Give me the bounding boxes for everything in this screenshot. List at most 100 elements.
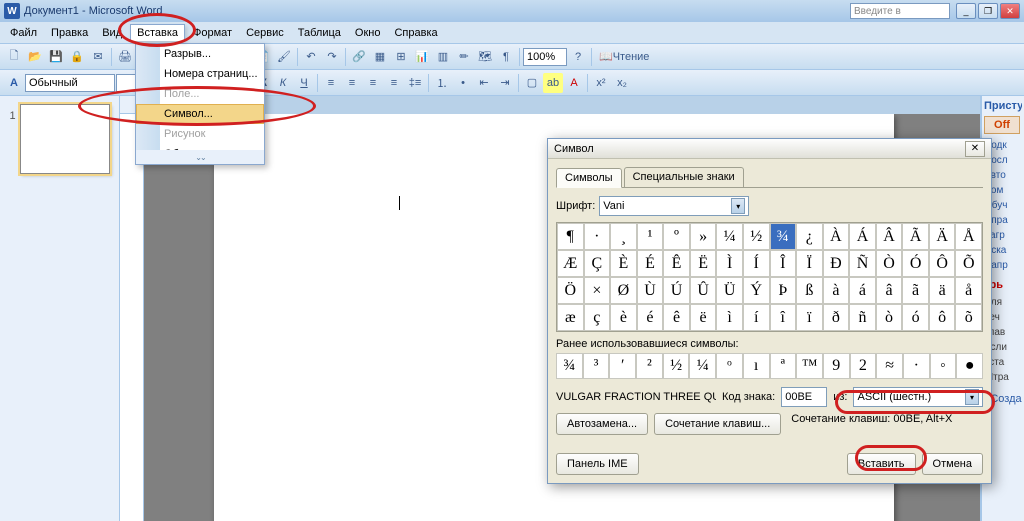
char-cell[interactable]: ë [690,304,717,331]
char-cell[interactable]: é [637,304,664,331]
char-cell[interactable]: Ì [716,250,743,277]
char-cell[interactable]: ã [902,277,929,304]
excel-icon[interactable]: 📊 [412,47,432,67]
minimize-button[interactable]: _ [956,3,976,19]
font-color-icon[interactable]: A [564,73,584,93]
char-cell[interactable]: Ñ [849,250,876,277]
char-cell[interactable]: Ã [902,223,929,250]
menu-tools[interactable]: Сервис [240,25,290,41]
recent-char-cell[interactable]: ◦ [930,353,957,379]
char-cell[interactable]: ¸ [610,223,637,250]
subscript-icon[interactable]: x₂ [612,73,632,93]
recent-char-cell[interactable]: ª [770,353,797,379]
recent-char-cell[interactable]: ● [956,353,983,379]
char-cell[interactable]: É [637,250,664,277]
menu-format[interactable]: Формат [187,25,238,41]
char-cell[interactable]: â [876,277,903,304]
help-icon[interactable]: ? [568,47,588,67]
char-cell[interactable]: Ò [876,250,903,277]
char-cell[interactable]: ñ [849,304,876,331]
italic-icon[interactable]: К [273,73,293,93]
dd-expand[interactable] [136,150,264,164]
help-search-input[interactable] [850,3,950,19]
char-cell[interactable]: º [663,223,690,250]
superscript-icon[interactable]: x² [591,73,611,93]
menu-file[interactable]: Файл [4,25,43,41]
print-icon[interactable]: 🖨 [115,47,135,67]
tab-symbols[interactable]: Символы [556,168,622,188]
char-cell[interactable]: ¾ [770,223,797,250]
numbering-icon[interactable]: ⒈ [432,73,452,93]
menu-help[interactable]: Справка [388,25,443,41]
mail-icon[interactable]: ✉ [88,47,108,67]
recent-char-cell[interactable]: 9 [823,353,850,379]
menu-view[interactable]: Вид [96,25,128,41]
recent-char-cell[interactable]: ™ [796,353,823,379]
align-left-icon[interactable]: ≡ [321,73,341,93]
borders-icon[interactable]: ▢ [522,73,542,93]
close-button[interactable]: ✕ [1000,3,1020,19]
char-cell[interactable]: á [849,277,876,304]
indent-icon[interactable]: ⇥ [495,73,515,93]
char-cell[interactable]: ð [823,304,850,331]
dd-picture[interactable]: Рисунок [136,124,264,144]
cancel-button[interactable]: Отмена [922,453,983,475]
char-cell[interactable]: ß [796,277,823,304]
tab-special-chars[interactable]: Специальные знаки [624,167,744,187]
highlight-icon[interactable]: ab [543,73,563,93]
char-cell[interactable]: ä [929,277,956,304]
open-icon[interactable]: 📂 [25,47,45,67]
columns-icon[interactable]: ▥ [433,47,453,67]
dd-page-numbers[interactable]: Номера страниц... [136,64,264,84]
char-cell[interactable]: ï [796,304,823,331]
vertical-ruler[interactable] [120,114,144,521]
char-cell[interactable]: Í [743,250,770,277]
recent-char-cell[interactable]: ½ [663,353,690,379]
recent-char-cell[interactable]: 2 [850,353,877,379]
char-cell[interactable]: Â [876,223,903,250]
save-icon[interactable]: 💾 [46,47,66,67]
menu-table[interactable]: Таблица [292,25,347,41]
recent-char-cell[interactable]: ı [743,353,770,379]
align-center-icon[interactable]: ≡ [342,73,362,93]
char-cell[interactable]: × [584,277,611,304]
char-cell[interactable]: Ü [716,277,743,304]
recent-char-cell[interactable]: ² [636,353,663,379]
char-cell[interactable]: Ý [743,277,770,304]
char-cell[interactable]: Å [955,223,982,250]
styles-pane-icon[interactable]: A [4,73,24,93]
char-cell[interactable]: ½ [743,223,770,250]
char-cell[interactable]: Î [770,250,797,277]
redo-icon[interactable]: ↷ [322,47,342,67]
recent-char-cell[interactable]: ᵒ [716,353,743,379]
tables-borders-icon[interactable]: ▦ [370,47,390,67]
char-cell[interactable]: » [690,223,717,250]
page-thumbnail[interactable] [20,104,110,174]
char-cell[interactable]: Á [849,223,876,250]
outdent-icon[interactable]: ⇤ [474,73,494,93]
char-cell[interactable]: Õ [955,250,982,277]
menu-insert[interactable]: Вставка [130,24,185,41]
align-right-icon[interactable]: ≡ [363,73,383,93]
dd-symbol[interactable]: Символ... [136,104,264,124]
char-cell[interactable]: Æ [557,250,584,277]
font-combo-dialog[interactable]: Vani▾ [599,196,749,216]
restore-button[interactable]: ❐ [978,3,998,19]
insert-button[interactable]: Вставить [847,453,916,475]
char-cell[interactable]: ò [876,304,903,331]
code-input[interactable] [781,387,827,407]
char-cell[interactable]: æ [557,304,584,331]
char-cell[interactable]: ó [902,304,929,331]
char-cell[interactable]: ¶ [557,223,584,250]
char-cell[interactable]: Ä [929,223,956,250]
char-cell[interactable]: Ú [663,277,690,304]
char-cell[interactable]: Ù [637,277,664,304]
char-cell[interactable]: Ó [902,250,929,277]
zoom-combo[interactable] [523,48,567,66]
align-justify-icon[interactable]: ≡ [384,73,404,93]
char-cell[interactable]: ¹ [637,223,664,250]
docmap-icon[interactable]: 🗺 [475,47,495,67]
drawing-icon[interactable]: ✏ [454,47,474,67]
menu-window[interactable]: Окно [349,25,387,41]
dialog-close-button[interactable]: ✕ [965,141,985,157]
